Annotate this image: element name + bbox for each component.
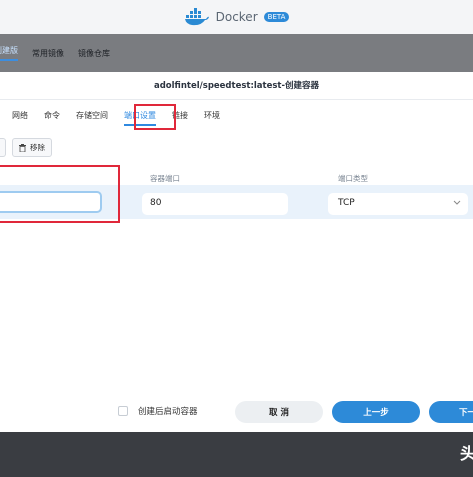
- next-button[interactable]: 下一: [429, 401, 473, 423]
- cancel-button[interactable]: 取 消: [235, 401, 323, 423]
- nav-item-create: 创建版: [0, 45, 18, 61]
- dialog-tabs: 网络 命令 存储空间 端口设置 链接 环境: [0, 100, 473, 132]
- app-header: Docker BETA: [0, 0, 473, 34]
- trash-icon: [19, 143, 26, 152]
- watermark: 头: [460, 444, 473, 463]
- tab-environment[interactable]: 环境: [196, 100, 228, 132]
- tab-highlight-box: [134, 104, 176, 130]
- autostart-label: 创建后启动容器: [138, 407, 198, 417]
- create-container-dialog: adolfintel/speedtest:latest-创建容器 网络 命令 存…: [0, 72, 473, 432]
- add-button[interactable]: [0, 138, 6, 157]
- app-title: Docker: [215, 10, 258, 24]
- chevron-down-icon: [453, 200, 461, 205]
- autostart-checkbox[interactable]: [118, 406, 128, 416]
- tab-network[interactable]: 网络: [4, 100, 36, 132]
- input-highlight-box: [0, 165, 120, 223]
- host-port-input[interactable]: 80: [142, 193, 288, 215]
- nav-item-registry: 镜像仓库: [78, 48, 110, 58]
- column-header-host-port: 容器端口: [150, 174, 180, 183]
- nav-item-common-images: 常用镜像: [32, 48, 64, 58]
- beta-badge: BETA: [263, 12, 290, 22]
- protocol-select[interactable]: TCP: [328, 193, 468, 215]
- dialog-title: adolfintel/speedtest:latest-创建容器: [0, 72, 473, 100]
- background-nav: 创建版 常用镜像 镜像仓库: [0, 34, 473, 72]
- remove-label: 移除: [30, 143, 45, 152]
- previous-button[interactable]: 上一步: [332, 401, 420, 423]
- docker-whale-icon: [184, 8, 209, 26]
- port-toolbar: 移除: [0, 138, 52, 157]
- tab-storage[interactable]: 存储空间: [68, 100, 116, 132]
- remove-button[interactable]: 移除: [12, 138, 52, 157]
- tab-command[interactable]: 命令: [36, 100, 68, 132]
- protocol-value: TCP: [338, 198, 355, 208]
- column-header-protocol: 端口类型: [338, 174, 368, 183]
- host-port-value: 80: [150, 198, 162, 208]
